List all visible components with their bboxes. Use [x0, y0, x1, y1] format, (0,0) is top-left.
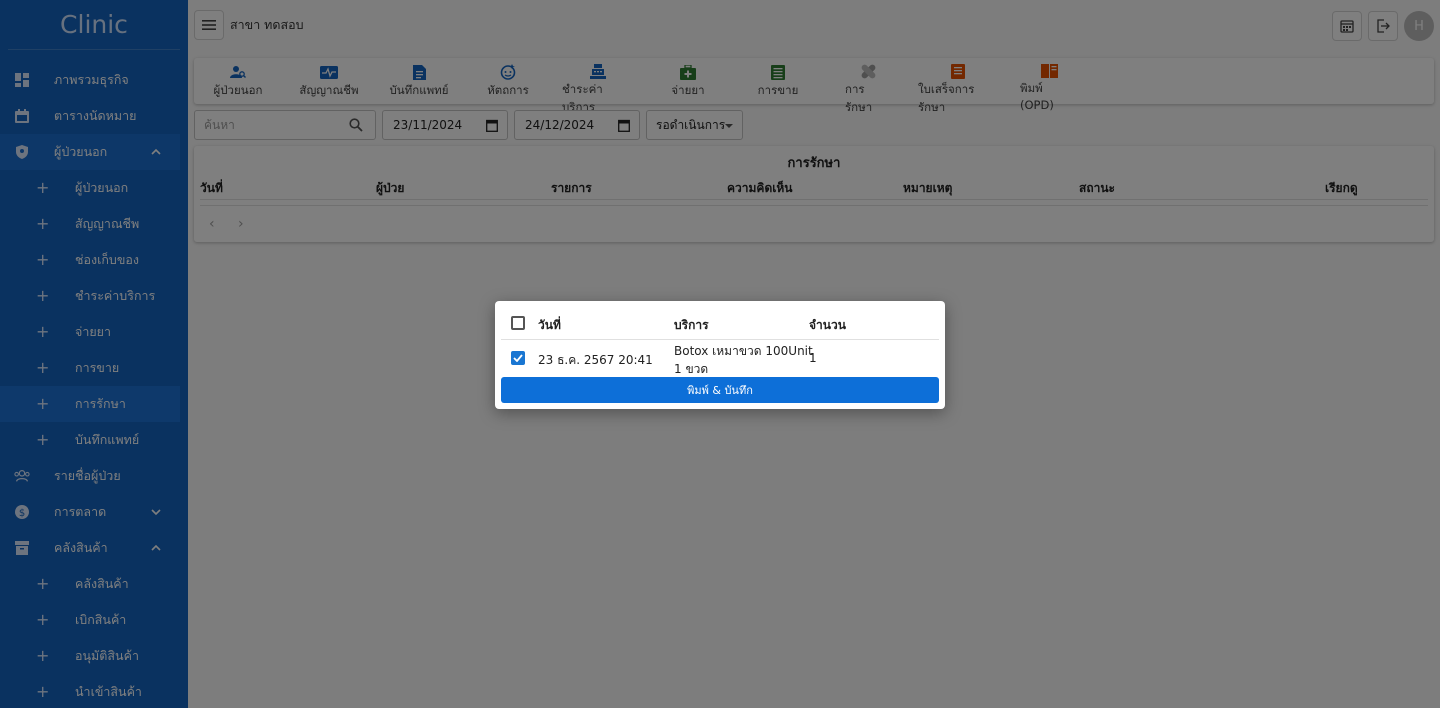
modal-column-header: บริการ — [674, 318, 709, 332]
select-all-checkbox[interactable] — [511, 316, 525, 330]
row-service: Botox เหมาขวด 100Unit — [674, 344, 813, 358]
row-date: 23 ธ.ค. 2567 20:41 — [538, 353, 653, 367]
divider — [501, 339, 939, 340]
modal-column-header: วันที่ — [538, 318, 561, 332]
modal-column-header: จำนวน — [809, 318, 846, 332]
print-dialog: วันที่ บริการ จำนวน 23 ธ.ค. 2567 20:41 B… — [495, 301, 945, 409]
print-save-button[interactable]: พิมพ์ & บันทึก — [501, 377, 939, 403]
row-checkbox[interactable] — [511, 351, 525, 365]
row-qty: 1 — [809, 351, 817, 365]
check-icon — [513, 354, 523, 362]
